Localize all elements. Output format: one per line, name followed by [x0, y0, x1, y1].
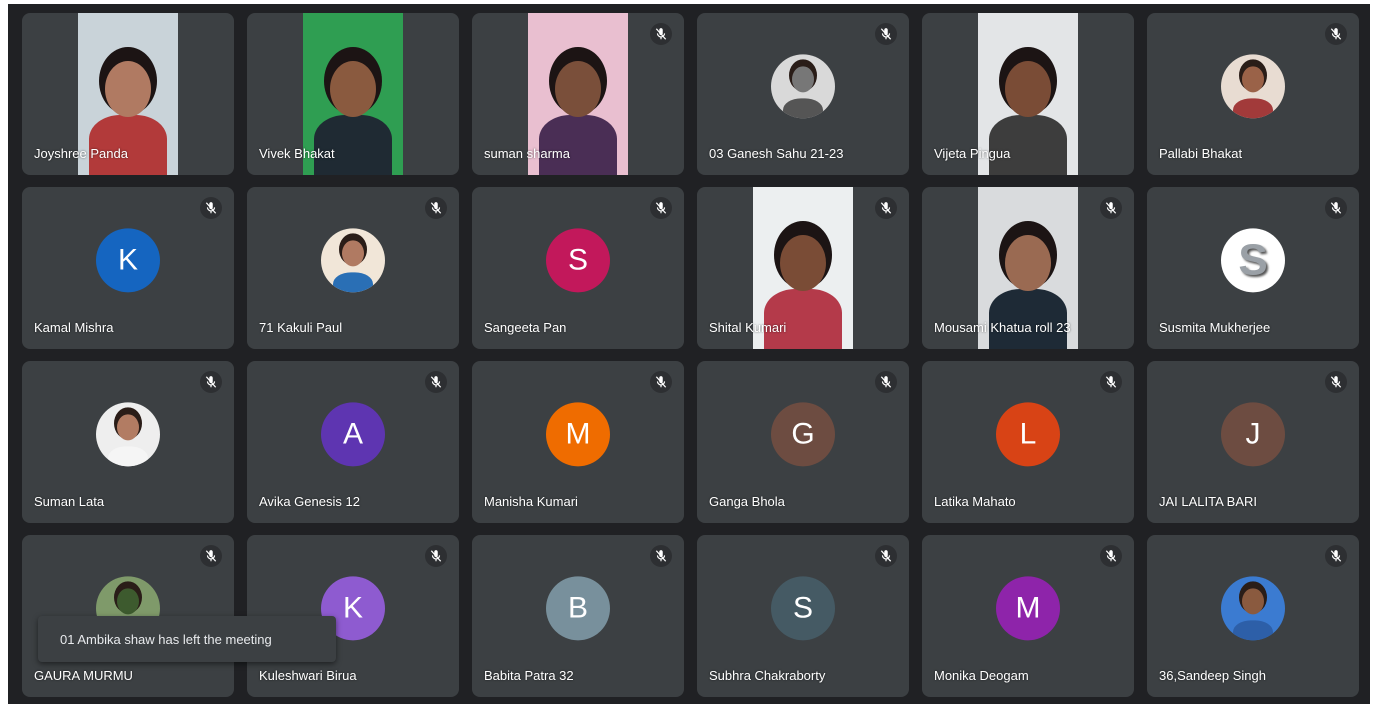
participant-tile[interactable]: Suman Lata [22, 361, 234, 523]
participant-name: JAI LALITA BARI [1159, 494, 1258, 509]
participant-tile[interactable]: M Monika Deogam [922, 535, 1134, 697]
participant-tile[interactable]: B Babita Patra 32 [472, 535, 684, 697]
participant-tile[interactable]: L Latika Mahato [922, 361, 1134, 523]
mic-off-icon [425, 197, 447, 219]
mic-off-icon [650, 371, 672, 393]
participant-name: 03 Ganesh Sahu 21-23 [709, 146, 844, 161]
mic-off-icon [425, 545, 447, 567]
participant-name: Manisha Kumari [484, 494, 578, 509]
mic-off-icon [200, 545, 222, 567]
avatar-initial: M [546, 402, 610, 467]
leave-notification: 01 Ambika shaw has left the meeting [38, 616, 336, 662]
participant-name: Kamal Mishra [34, 320, 114, 335]
participant-name: Pallabi Bhakat [1159, 146, 1243, 161]
mic-off-icon [1325, 545, 1347, 567]
participant-tile[interactable]: suman sharma [472, 13, 684, 175]
mic-off-icon [875, 545, 897, 567]
participant-tile[interactable]: J JAI LALITA BARI [1147, 361, 1359, 523]
mic-off-icon [875, 371, 897, 393]
participant-tile[interactable]: Joyshree Panda [22, 13, 234, 175]
mic-off-icon [1100, 197, 1122, 219]
participant-tile[interactable]: M Manisha Kumari [472, 361, 684, 523]
participant-name: Monika Deogam [934, 668, 1029, 683]
mic-off-icon [650, 545, 672, 567]
participant-tile[interactable]: 36,Sandeep Singh [1147, 535, 1359, 697]
participant-name: 71 Kakuli Paul [259, 320, 343, 335]
participant-tile[interactable]: A Avika Genesis 12 [247, 361, 459, 523]
mic-off-icon [1100, 545, 1122, 567]
avatar-initial: A [321, 402, 385, 467]
participant-name: suman sharma [484, 146, 570, 161]
participant-name: Vijeta Pingua [934, 146, 1011, 161]
participant-name: Subhra Chakraborty [709, 668, 826, 683]
avatar-initial: B [546, 576, 610, 641]
participant-tile[interactable]: 03 Ganesh Sahu 21-23 [697, 13, 909, 175]
mic-off-icon [200, 371, 222, 393]
avatar-initial: L [996, 402, 1060, 467]
participant-tile[interactable]: S Sangeeta Pan [472, 187, 684, 349]
participant-tile[interactable]: Vivek Bhakat [247, 13, 459, 175]
participant-name: Joyshree Panda [34, 146, 128, 161]
avatar-initial: K [96, 228, 160, 293]
participant-name: Susmita Mukherjee [1159, 320, 1271, 335]
avatar-initial: S [771, 576, 835, 641]
participant-tile[interactable]: Vijeta Pingua [922, 13, 1134, 175]
participant-tile[interactable]: G Ganga Bhola [697, 361, 909, 523]
profile-photo [1221, 576, 1285, 641]
participant-name: Sangeeta Pan [484, 320, 567, 335]
participant-name: Suman Lata [34, 494, 105, 509]
avatar-initial: S [546, 228, 610, 293]
mic-off-icon [650, 197, 672, 219]
participant-name: GAURA MURMU [34, 668, 133, 683]
participant-name: Shital Kumari [709, 320, 787, 335]
mic-off-icon [1325, 371, 1347, 393]
profile-photo [96, 402, 160, 467]
profile-photo [321, 228, 385, 293]
avatar-initial: M [996, 576, 1060, 641]
profile-photo [771, 54, 835, 119]
profile-logo: S [1221, 228, 1285, 293]
participant-name: Avika Genesis 12 [259, 494, 360, 509]
mic-off-icon [200, 197, 222, 219]
participant-tile[interactable]: S Susmita Mukherjee [1147, 187, 1359, 349]
participant-name: Ganga Bhola [709, 494, 785, 509]
meeting-stage: Joyshree Panda Vivek Bhakat suman sharma 03… [8, 4, 1370, 704]
participant-name: 36,Sandeep Singh [1159, 668, 1266, 683]
participant-tile[interactable]: S Subhra Chakraborty [697, 535, 909, 697]
participant-name: Babita Patra 32 [484, 668, 574, 683]
mic-off-icon [875, 23, 897, 45]
participant-tile[interactable]: Mousami Khatua roll 23 [922, 187, 1134, 349]
mic-off-icon [650, 23, 672, 45]
profile-photo [1221, 54, 1285, 119]
participant-name: Kuleshwari Birua [259, 668, 357, 683]
mic-off-icon [1325, 197, 1347, 219]
notification-text: 01 Ambika shaw has left the meeting [60, 631, 272, 647]
mic-off-icon [875, 197, 897, 219]
mic-off-icon [425, 371, 447, 393]
participant-tile[interactable]: Shital Kumari [697, 187, 909, 349]
mic-off-icon [1100, 371, 1122, 393]
participant-grid: Joyshree Panda Vivek Bhakat suman sharma 03… [22, 13, 1359, 697]
avatar-initial: J [1221, 402, 1285, 467]
participant-tile[interactable]: K Kamal Mishra [22, 187, 234, 349]
participant-tile[interactable]: 71 Kakuli Paul [247, 187, 459, 349]
avatar-initial: G [771, 402, 835, 467]
participant-name: Vivek Bhakat [259, 146, 335, 161]
participant-name: Latika Mahato [934, 494, 1016, 509]
participant-name: Mousami Khatua roll 23 [934, 320, 1071, 335]
mic-off-icon [1325, 23, 1347, 45]
participant-tile[interactable]: Pallabi Bhakat [1147, 13, 1359, 175]
